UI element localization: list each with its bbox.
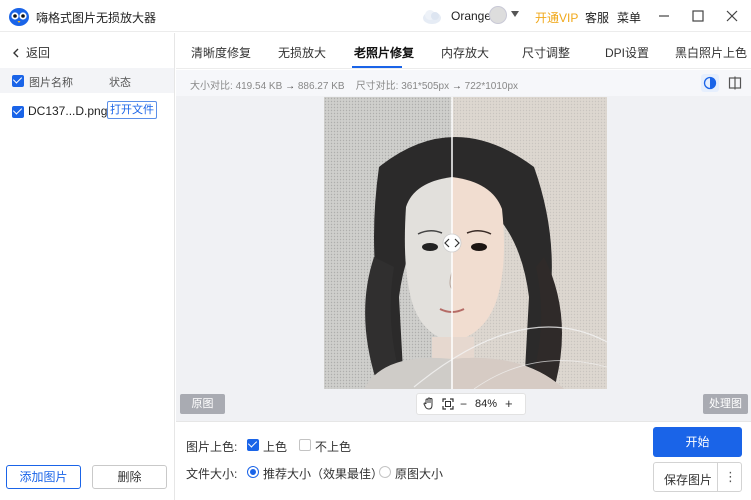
save-image-label: 保存图片 [664, 473, 713, 487]
size-label: 大小对比: [190, 81, 233, 92]
user-name[interactable]: Orange [451, 9, 491, 23]
file-checkbox[interactable] [12, 106, 24, 118]
dimension-label: 尺寸对比: [355, 81, 399, 92]
back-label: 返回 [26, 46, 51, 60]
filesize-original-radio[interactable] [379, 466, 391, 478]
cloud-avatar-icon[interactable] [421, 6, 443, 26]
tab-colorize-bw[interactable]: 黑白照片上色 [675, 44, 747, 61]
file-list-header: 图片名称 状态 [0, 68, 174, 93]
save-divider [717, 463, 718, 491]
column-header-status: 状态 [109, 77, 131, 89]
close-icon[interactable] [722, 6, 742, 26]
minimize-icon[interactable] [654, 6, 674, 26]
colorize-on-label[interactable]: 上色 [263, 438, 287, 455]
tab-old-photo-repair[interactable]: 老照片修复 [354, 44, 414, 61]
delete-button[interactable]: 删除 [92, 465, 167, 489]
colorize-off-checkbox[interactable] [299, 439, 311, 451]
zoom-in-button[interactable]: + [505, 396, 513, 411]
dimension-arrow: → [451, 81, 462, 92]
preview-canvas: 原图 处理图 − 84% + [176, 96, 751, 421]
zoom-toolbar: − 84% + [416, 393, 526, 415]
start-button[interactable]: 开始 [653, 427, 742, 457]
compare-slider-handle[interactable] [442, 233, 462, 253]
chevron-left-icon [13, 48, 19, 57]
back-button[interactable]: 返回 [12, 44, 50, 61]
processed-image-label[interactable]: 处理图 [703, 394, 748, 414]
title-bar: 嗨格式图片无损放大器 Orange 开通VIP 客服 菜单 [0, 0, 751, 32]
tab-dpi-settings[interactable]: DPI设置 [605, 44, 649, 61]
app-logo-icon [9, 8, 29, 26]
fit-screen-icon[interactable] [441, 397, 455, 411]
file-name: DC137...D.png [28, 104, 108, 118]
colorize-off-label[interactable]: 不上色 [315, 438, 351, 455]
tab-lossless-upscale[interactable]: 无损放大 [278, 44, 326, 61]
save-image-button[interactable]: 保存图片 ⋮ [653, 462, 742, 492]
split-view-icon[interactable] [726, 74, 744, 92]
vip-link[interactable]: 开通VIP [535, 9, 578, 26]
select-all-checkbox[interactable] [12, 75, 24, 87]
filesize-original-label[interactable]: 原图大小 [395, 465, 443, 482]
dimension-before: 361*505px [401, 81, 450, 92]
compare-view-icon[interactable] [701, 74, 719, 92]
menu-link[interactable]: 菜单 [617, 9, 641, 26]
customer-service-link[interactable]: 客服 [585, 9, 609, 26]
app-title: 嗨格式图片无损放大器 [36, 11, 157, 25]
size-after: 886.27 KB [297, 81, 345, 92]
zoom-level: 84% [475, 398, 498, 410]
open-file-button[interactable]: 打开文件 [107, 101, 157, 119]
dimension-after: 722*1010px [464, 81, 519, 92]
colorize-on-checkbox[interactable] [247, 439, 259, 451]
filesize-recommended-radio[interactable] [247, 466, 259, 478]
tab-clarity-repair[interactable]: 清晰度修复 [191, 44, 251, 61]
photo-comparison[interactable] [324, 97, 607, 389]
add-image-button[interactable]: 添加图片 [6, 465, 81, 489]
column-header-name: 图片名称 [29, 77, 73, 89]
size-before: 419.54 KB [235, 81, 283, 92]
comparison-info: 大小对比: 419.54 KB → 886.27 KB 尺寸对比: 361*50… [190, 77, 518, 92]
tab-memory-enlarge[interactable]: 内存放大 [441, 44, 489, 61]
comparison-info-bar: 大小对比: 419.54 KB → 886.27 KB 尺寸对比: 361*50… [176, 70, 751, 96]
chevron-down-icon[interactable] [511, 11, 519, 17]
user-badge-icon[interactable] [489, 6, 507, 24]
original-image-label[interactable]: 原图 [180, 394, 225, 414]
filesize-recommended-label[interactable]: 推荐大小（效果最佳） [263, 465, 383, 482]
more-options-icon[interactable]: ⋮ [724, 469, 737, 485]
size-arrow: → [285, 81, 296, 92]
colorize-label: 图片上色: [186, 440, 238, 454]
file-list-item[interactable]: DC137...D.png 打开文件 [0, 95, 174, 125]
sidebar: 返回 图片名称 状态 DC137...D.png 打开文件 添加图片 删除 [0, 33, 175, 500]
hand-pan-icon[interactable] [422, 397, 436, 411]
tab-size-adjust[interactable]: 尺寸调整 [522, 44, 570, 61]
active-tab-indicator [352, 66, 402, 68]
options-panel: 图片上色: 上色 不上色 文件大小: 推荐大小（效果最佳） 原图大小 开始 保存… [176, 421, 751, 500]
filesize-label: 文件大小: [186, 467, 238, 481]
feature-tabs: 清晰度修复 无损放大 老照片修复 内存放大 尺寸调整 DPI设置 黑白照片上色 [176, 33, 751, 69]
maximize-icon[interactable] [688, 6, 708, 26]
zoom-out-button[interactable]: − [460, 397, 467, 411]
